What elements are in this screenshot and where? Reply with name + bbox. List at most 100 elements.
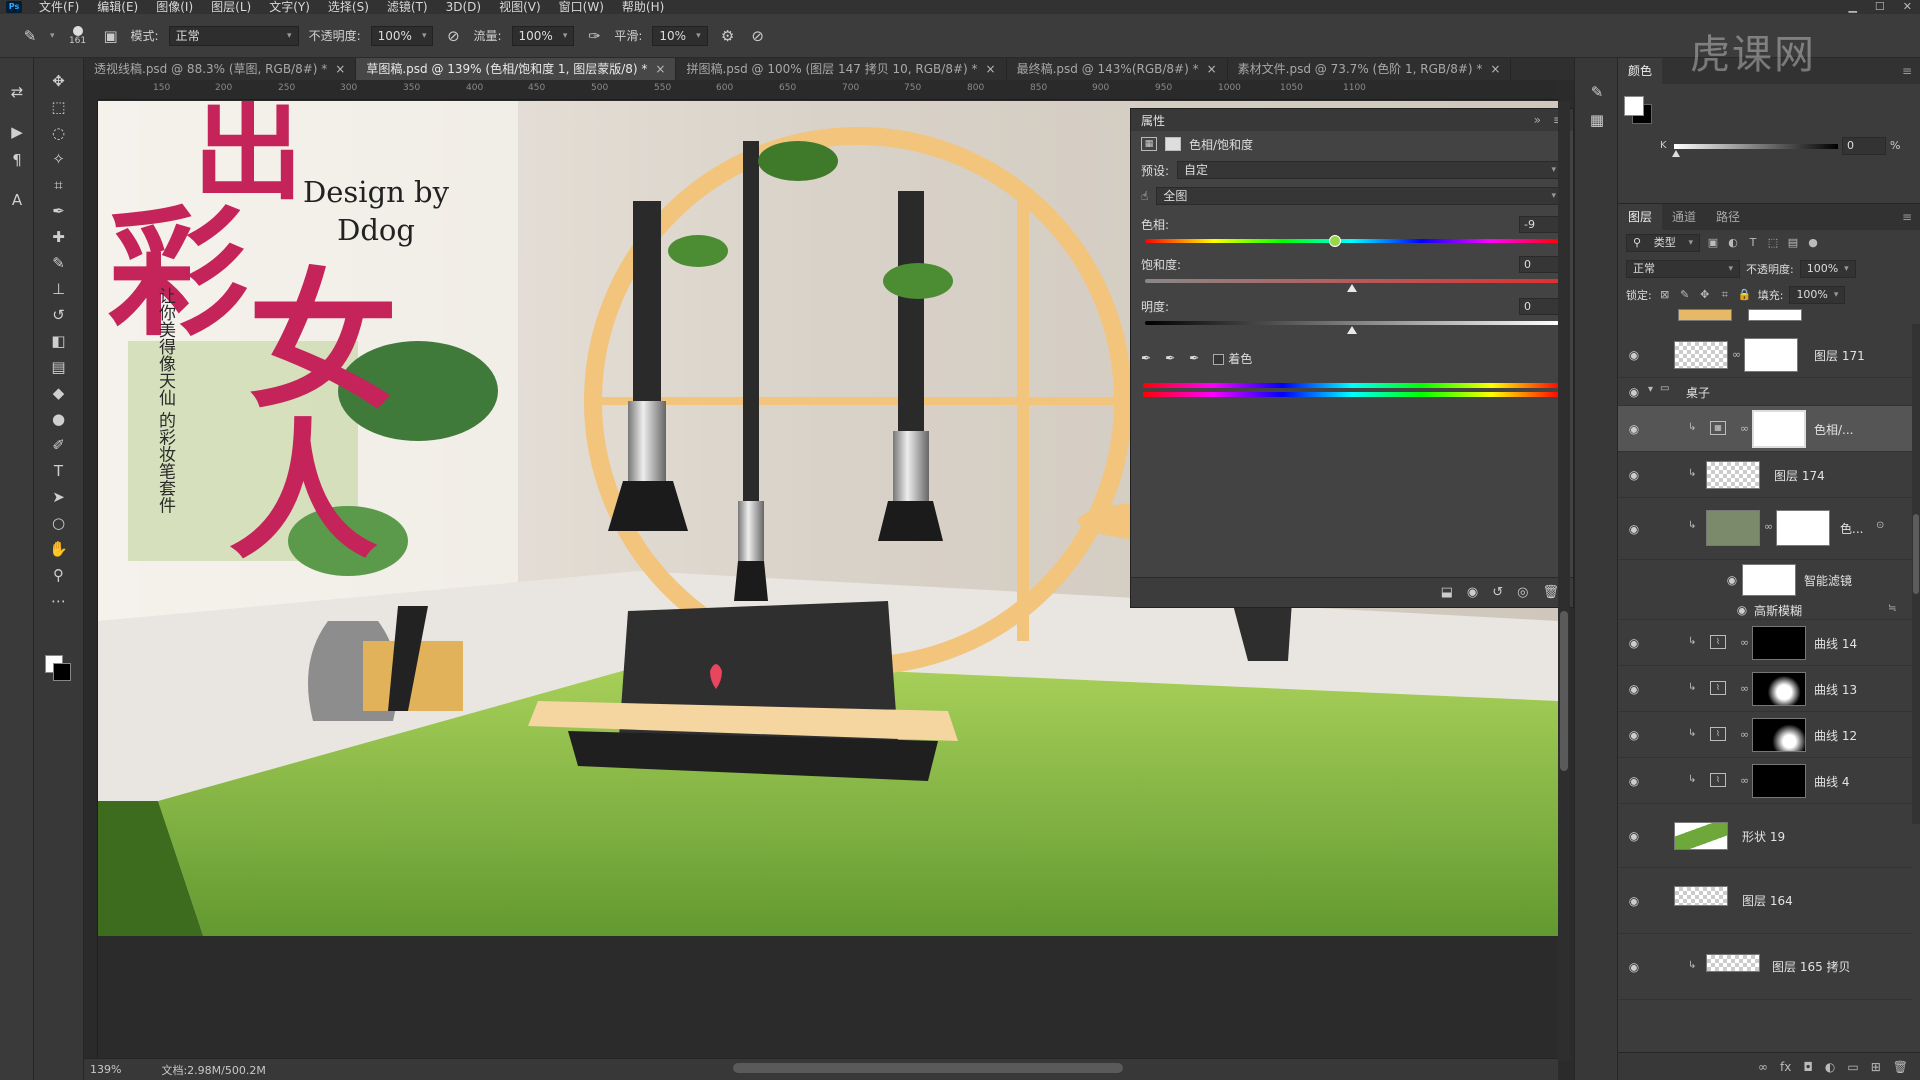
layer-row[interactable]: ◉ 形状 19 <box>1618 804 1912 868</box>
layer-opacity-field[interactable]: 100% ▾ <box>1799 260 1856 278</box>
menu-select[interactable]: 选择(S) <box>319 0 378 14</box>
minimize-icon[interactable]: ▁ <box>1848 0 1856 14</box>
hue-slider-track[interactable] <box>1145 235 1559 247</box>
gradient-tool-icon[interactable]: ▤ <box>44 354 74 380</box>
menu-edit[interactable]: 编辑(E) <box>88 0 147 14</box>
lock-transparent-icon[interactable]: ⊠ <box>1658 288 1672 302</box>
tab-document[interactable]: 素材文件.psd @ 73.7% (色阶 1, RGB/8#) * × <box>1228 58 1512 80</box>
path-select-tool-icon[interactable]: ➤ <box>44 484 74 510</box>
actions-play-icon[interactable]: ▶ <box>0 118 34 146</box>
filter-shape-icon[interactable]: ⬚ <box>1766 236 1780 250</box>
vertical-scrollbar[interactable] <box>1558 101 1570 1061</box>
visibility-eye-icon[interactable]: ◉ <box>1626 385 1642 399</box>
chevron-down-icon[interactable]: ▾ <box>1648 384 1653 395</box>
menu-image[interactable]: 图像(I) <box>147 0 202 14</box>
visibility-eye-icon[interactable]: ◉ <box>1724 573 1740 587</box>
layer-row[interactable]: ◉ ↳ ⌇ ∞ 曲线 14 <box>1618 620 1912 666</box>
k-slider-track[interactable] <box>1674 144 1838 149</box>
history-icon[interactable]: ⇄ <box>0 78 34 106</box>
layer-row[interactable]: ◉ 图层 164 <box>1618 868 1912 934</box>
brush-tool-icon[interactable]: ✎ <box>20 26 40 46</box>
lock-artboard-icon[interactable]: ⌗ <box>1718 288 1732 302</box>
trash-icon[interactable]: 🗑 <box>1893 1060 1908 1074</box>
adjustment-layer-icon[interactable]: ◐ <box>1825 1060 1835 1074</box>
move-tool-icon[interactable]: ✥ <box>44 68 74 94</box>
background-color-swatch[interactable] <box>53 663 71 681</box>
tab-document[interactable]: 透视线稿.psd @ 88.3% (草图, RGB/8#) * × <box>84 58 357 80</box>
more-tools-icon[interactable]: ⋯ <box>44 588 74 614</box>
flow-field[interactable]: 100% ▾ <box>511 25 575 46</box>
visibility-eye-icon[interactable]: ◉ <box>1626 829 1642 843</box>
lightness-slider-track[interactable] <box>1145 321 1559 334</box>
layer-filter-select[interactable]: ⚲ 类型 ▾ <box>1626 234 1700 252</box>
brush-settings-icon[interactable]: ▣ <box>101 26 121 46</box>
link-icon[interactable]: ∞ <box>1764 520 1773 533</box>
filter-adjustment-icon[interactable]: ◐ <box>1726 236 1740 250</box>
visibility-eye-icon[interactable]: ◉ <box>1626 728 1642 742</box>
properties-icon[interactable]: ▦ <box>1575 106 1619 134</box>
filter-smart-object-icon[interactable]: ▤ <box>1786 236 1800 250</box>
filter-type-icon[interactable]: T <box>1746 236 1760 250</box>
layer-row[interactable]: ◉ ↳ 图层 165 拷贝 <box>1618 934 1912 1000</box>
new-layer-icon[interactable]: ⊞ <box>1871 1060 1881 1074</box>
pressure-size-icon[interactable]: ⊘ <box>748 26 768 46</box>
visibility-eye-icon[interactable]: ◉ <box>1626 960 1642 974</box>
lock-position-icon[interactable]: ✥ <box>1698 288 1712 302</box>
opacity-field[interactable]: 100% ▾ <box>370 25 434 46</box>
tab-channels[interactable]: 通道 <box>1662 204 1706 230</box>
layer-style-icon[interactable]: fx <box>1780 1060 1791 1074</box>
menu-file[interactable]: 文件(F) <box>30 0 88 14</box>
crop-tool-icon[interactable]: ⌗ <box>44 172 74 198</box>
trash-icon[interactable]: 🗑 <box>1542 585 1559 600</box>
collapse-icon[interactable]: » <box>1534 113 1541 127</box>
mask-icon[interactable] <box>1165 137 1181 151</box>
link-icon[interactable]: ∞ <box>1740 636 1749 649</box>
eyedropper-add-icon[interactable]: ✒ <box>1165 351 1175 365</box>
clip-to-layer-icon[interactable]: ⬓ <box>1441 585 1453 600</box>
lock-pixels-icon[interactable]: ✎ <box>1678 288 1692 302</box>
panel-menu-icon[interactable]: ≡ <box>1902 64 1920 78</box>
saturation-slider-thumb[interactable] <box>1347 284 1357 292</box>
add-mask-icon[interactable]: ◘ <box>1803 1060 1813 1074</box>
smoothing-field[interactable]: 10% ▾ <box>652 25 708 46</box>
stamp-tool-icon[interactable]: ⊥ <box>44 276 74 302</box>
layer-row[interactable]: ◉ ↳ ∞ 色... ⊙ <box>1618 498 1912 560</box>
blend-mode-select[interactable]: 正常 ▾ <box>1626 260 1740 278</box>
layer-row[interactable]: ◉ ↳ ⌇ ∞ 曲线 13 <box>1618 666 1912 712</box>
k-slider-thumb[interactable] <box>1672 150 1680 157</box>
menu-window[interactable]: 窗口(W) <box>550 0 613 14</box>
dodge-tool-icon[interactable]: ● <box>44 406 74 432</box>
marquee-tool-icon[interactable]: ⬚ <box>44 94 74 120</box>
tab-color[interactable]: 颜色 <box>1618 58 1663 84</box>
hue-value-field[interactable]: -9 <box>1519 215 1563 233</box>
zoom-level[interactable]: 139% <box>90 1063 121 1076</box>
colorize-checkbox[interactable]: 着色 <box>1213 350 1252 367</box>
layer-group-row[interactable]: ◉ ▾ ▭ 桌子 <box>1618 378 1912 406</box>
visibility-eye-icon[interactable]: ◉ <box>1626 774 1642 788</box>
layer-row-partial[interactable] <box>1618 309 1912 327</box>
menu-type[interactable]: 文字(Y) <box>260 0 319 14</box>
visibility-eye-icon[interactable]: ◎ <box>1517 585 1528 600</box>
tab-layers[interactable]: 图层 <box>1618 204 1663 230</box>
pen-tool-icon[interactable]: ✐ <box>44 432 74 458</box>
close-icon[interactable]: × <box>1207 58 1217 80</box>
tab-paths[interactable]: 路径 <box>1706 204 1750 230</box>
saturation-value-field[interactable]: 0 <box>1519 255 1563 273</box>
visibility-eye-icon[interactable]: ◉ <box>1626 522 1642 536</box>
brush-preset-picker[interactable]: 161 <box>65 25 91 46</box>
pressure-opacity-icon[interactable]: ⊘ <box>443 26 463 46</box>
close-icon[interactable]: × <box>986 58 996 80</box>
fill-field[interactable]: 100% ▾ <box>1789 286 1846 304</box>
eyedropper-icon[interactable]: ✒ <box>1141 351 1151 365</box>
zoom-tool-icon[interactable]: ⚲ <box>44 562 74 588</box>
filter-toggle-icon[interactable]: ● <box>1806 236 1820 250</box>
new-group-icon[interactable]: ▭ <box>1847 1060 1858 1074</box>
link-icon[interactable]: ∞ <box>1740 682 1749 695</box>
lock-all-icon[interactable]: 🔒 <box>1738 288 1752 302</box>
maximize-icon[interactable]: ☐ <box>1875 0 1885 14</box>
ellipse-tool-icon[interactable]: ○ <box>44 510 74 536</box>
visibility-eye-icon[interactable]: ◉ <box>1626 348 1642 362</box>
visibility-eye-icon[interactable]: ◉ <box>1626 636 1642 650</box>
saturation-slider-track[interactable] <box>1145 279 1559 292</box>
menu-view[interactable]: 视图(V) <box>490 0 550 14</box>
